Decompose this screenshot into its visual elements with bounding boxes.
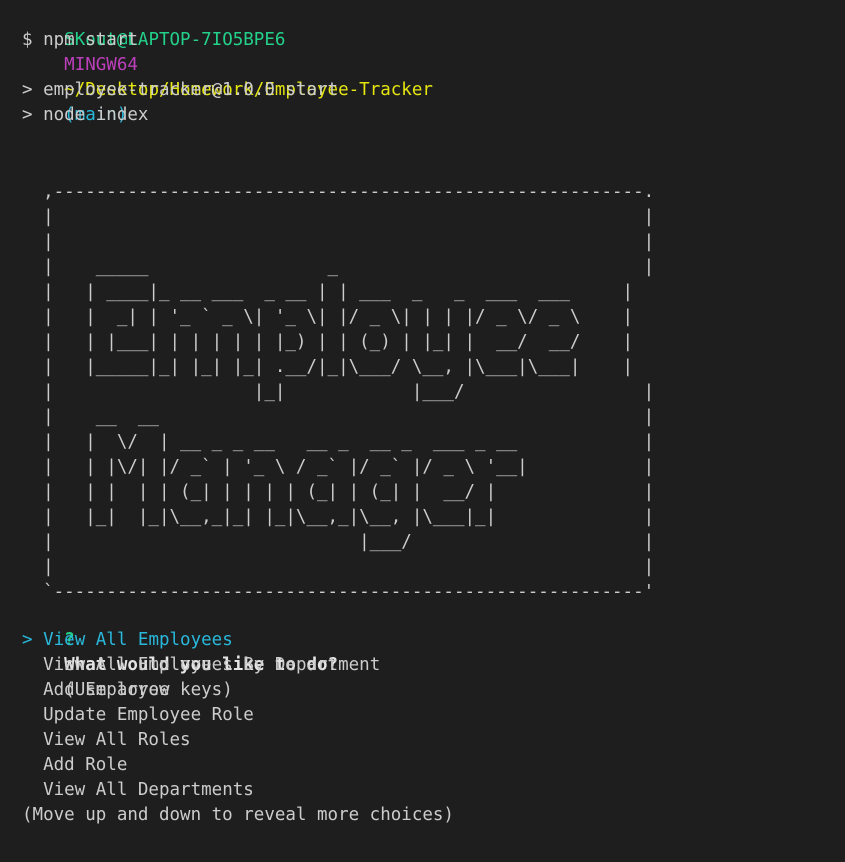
menu-choice[interactable]: Add Employee [22, 678, 170, 703]
choice-label: View All Employees [43, 630, 233, 650]
menu-choice-selected[interactable]: > View All Employees [22, 628, 233, 653]
npm-output-line: > employee-tracker@1.0.0 start [22, 80, 339, 100]
choice-label: Add Employee [43, 680, 170, 700]
choice-label: View All Departments [43, 780, 254, 800]
menu-choice[interactable]: View All Employees By Department [22, 653, 380, 678]
choice-label: Update Employee Role [43, 705, 254, 725]
ascii-banner-employee-manager: ,---------------------------------------… [43, 182, 655, 602]
terminal-window[interactable]: SKout@LAPTOP-7IO5BPE6 MINGW64 ~/Desktop/… [0, 0, 845, 862]
menu-question-line: ? What would you like to do? (Use arrow … [22, 603, 338, 700]
shell-prompt-line: SKout@LAPTOP-7IO5BPE6 MINGW64 ~/Desktop/… [22, 3, 433, 125]
menu-choice[interactable]: View All Departments [22, 778, 254, 803]
menu-choice[interactable]: Update Employee Role [22, 703, 254, 728]
menu-choice[interactable]: View All Roles [22, 728, 191, 753]
menu-footer-hint: (Move up and down to reveal more choices… [22, 805, 454, 825]
command-line: $ npm start [22, 28, 138, 53]
shell-name: MINGW64 [64, 55, 138, 75]
choice-label: Add Role [43, 755, 128, 775]
npm-output-line: > node index [22, 105, 149, 125]
choice-label: View All Employees By Department [43, 655, 381, 675]
prompt-symbol: $ [22, 30, 33, 50]
pointer-icon: > [22, 630, 33, 650]
menu-choice[interactable]: Add Role [22, 753, 127, 778]
command-text: npm start [43, 30, 138, 50]
choice-label: View All Roles [43, 730, 191, 750]
